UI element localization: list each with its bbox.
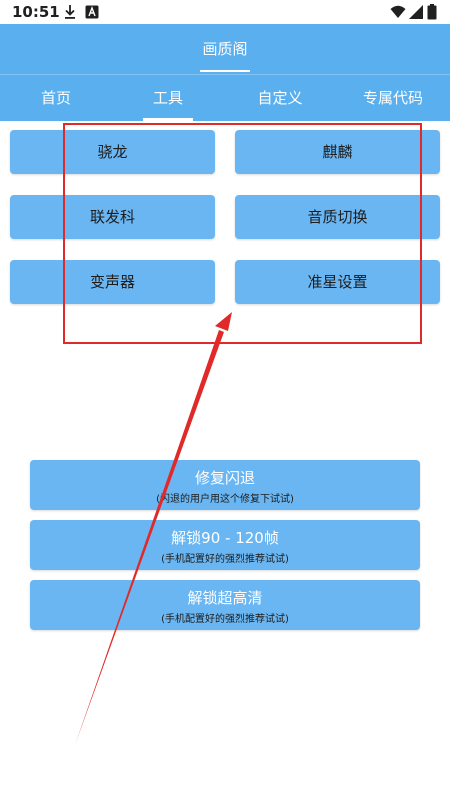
fix-crash-button[interactable]: 修复闪退 (闪退的用户用这个修复下试试) <box>30 460 420 510</box>
status-bar: 10:51 <box>0 0 450 24</box>
unlock-fps-button[interactable]: 解锁90 - 120帧 (手机配置好的强烈推荐试试) <box>30 520 420 570</box>
unlock-uhd-subtitle: (手机配置好的强烈推荐试试) <box>161 614 289 625</box>
tab-home[interactable]: 首页 <box>0 75 112 121</box>
status-time: 10:51 <box>12 3 60 21</box>
tab-tools[interactable]: 工具 <box>112 75 224 121</box>
battery-icon <box>427 4 437 20</box>
unlock-fps-title: 解锁90 - 120帧 <box>171 529 279 547</box>
tab-bar: 首页 工具 自定义 专属代码 <box>0 74 450 121</box>
app-bar: 画质阁 <box>0 24 450 74</box>
unlock-uhd-title: 解锁超高清 <box>187 589 263 607</box>
download-icon <box>65 5 75 19</box>
unlock-uhd-button[interactable]: 解锁超高清 (手机配置好的强烈推荐试试) <box>30 580 420 630</box>
tab-selected-indicator <box>143 118 193 121</box>
annotation-box <box>63 123 422 344</box>
font-app-icon <box>85 5 99 19</box>
unlock-fps-subtitle: (手机配置好的强烈推荐试试) <box>161 554 289 565</box>
tab-custom[interactable]: 自定义 <box>224 75 336 121</box>
fix-crash-subtitle: (闪退的用户用这个修复下试试) <box>156 494 294 505</box>
wifi-icon <box>390 5 406 18</box>
title-underline <box>200 70 250 72</box>
tab-exclusive-code[interactable]: 专属代码 <box>336 75 450 121</box>
fix-crash-title: 修复闪退 <box>194 469 255 487</box>
signal-icon <box>409 5 423 19</box>
app-title: 画质阁 <box>202 40 248 58</box>
